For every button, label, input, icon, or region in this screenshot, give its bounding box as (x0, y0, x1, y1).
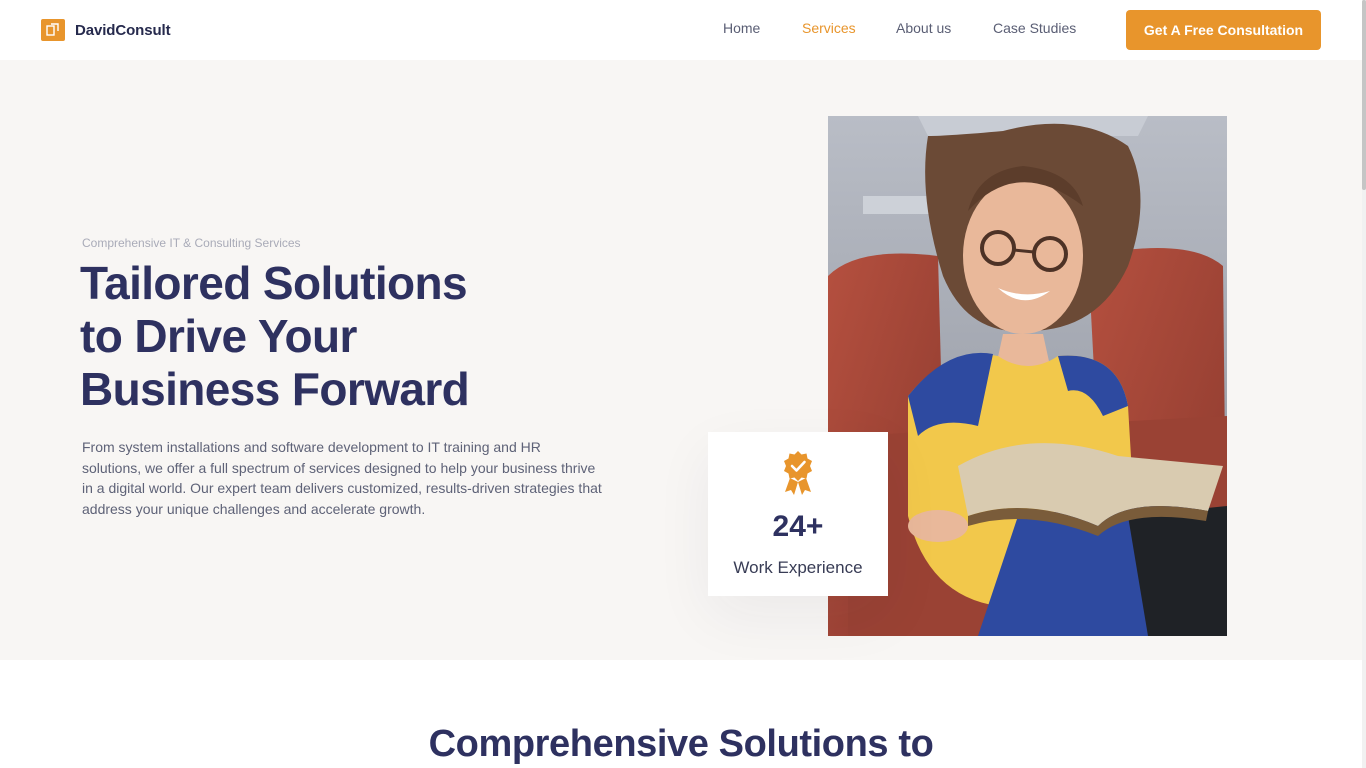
logo-icon (41, 19, 65, 41)
award-badge-icon (781, 450, 815, 501)
nav-case-studies[interactable]: Case Studies (993, 20, 1076, 36)
free-consultation-button[interactable]: Get A Free Consultation (1126, 10, 1321, 50)
hero-title-line-3: Business Forward (80, 363, 470, 415)
brand-logo[interactable]: DavidConsult (41, 19, 171, 41)
hero-description: From system installations and software d… (82, 439, 602, 517)
stat-value: 24+ (772, 510, 824, 543)
scrollbar-thumb[interactable] (1362, 0, 1366, 190)
section-title: Comprehensive Solutions to (428, 723, 934, 765)
hero-title-line-2: to Drive Your (80, 310, 357, 362)
nav-about-us[interactable]: About us (896, 20, 951, 36)
experience-stat-card: 24+ Work Experience (708, 432, 888, 596)
nav-services[interactable]: Services (802, 20, 856, 36)
stat-label: Work Experience (733, 558, 863, 577)
hero-eyebrow: Comprehensive IT & Consulting Services (82, 236, 301, 250)
hero-section: Comprehensive IT & Consulting Services T… (0, 60, 1362, 660)
site-header: DavidConsult Home Services About us Case… (0, 0, 1366, 60)
brand-name: DavidConsult (75, 21, 171, 39)
hero-title-line-1: Tailored Solutions (80, 257, 468, 309)
hero-title: Tailored Solutions to Drive Your Busines… (80, 257, 550, 416)
page-scrollbar[interactable] (1362, 0, 1366, 768)
nav-home[interactable]: Home (723, 20, 760, 36)
